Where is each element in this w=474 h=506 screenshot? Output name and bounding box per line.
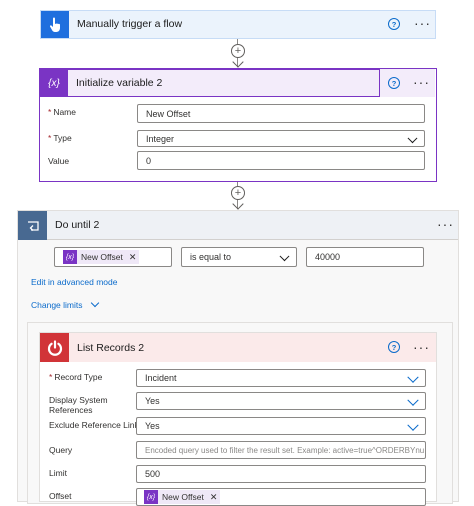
more-options-icon[interactable]: ···	[413, 75, 430, 89]
variable-icon: {x}	[63, 250, 77, 264]
chevron-down-icon	[407, 132, 418, 143]
compare-value-field[interactable]: 40000	[306, 247, 424, 267]
display-refs-select[interactable]: Yes	[136, 392, 426, 410]
edit-advanced-mode-link[interactable]: Edit in advanced mode	[31, 277, 117, 287]
name-field[interactable]: New Offset	[137, 104, 425, 123]
trigger-title: Manually trigger a flow	[77, 18, 183, 30]
help-icon[interactable]: ?	[388, 341, 400, 353]
remove-token-icon[interactable]: ✕	[129, 252, 137, 263]
chevron-down-icon	[279, 251, 290, 262]
new-offset-token[interactable]: {x} New Offset ✕	[63, 250, 140, 264]
more-options-icon[interactable]: ···	[414, 16, 431, 30]
limit-label: Limit	[49, 468, 67, 478]
record-type-label: * Record Type	[49, 372, 103, 382]
trigger-card[interactable]: Manually trigger a flow ? ···	[40, 10, 436, 39]
remove-token-icon[interactable]: ✕	[210, 492, 218, 503]
power-icon	[40, 333, 69, 362]
operator-value: is equal to	[190, 252, 232, 262]
record-type-value: Incident	[145, 373, 177, 383]
more-options-icon[interactable]: ···	[437, 217, 454, 231]
exclude-refs-select[interactable]: Yes	[136, 417, 426, 435]
token-label: New Offset	[81, 252, 123, 262]
change-limits-link[interactable]: Change limits	[31, 298, 100, 310]
list-records-title: List Records 2	[77, 342, 145, 354]
chevron-down-icon	[407, 419, 419, 431]
loop-icon	[18, 211, 47, 240]
help-icon[interactable]: ?	[388, 18, 400, 30]
arrow-down-icon	[232, 198, 244, 210]
query-field[interactable]: Encoded query used to filter the result …	[136, 441, 426, 459]
token-label: New Offset	[162, 492, 204, 502]
chevron-down-icon	[90, 298, 100, 308]
chevron-down-icon	[407, 371, 419, 383]
operator-select[interactable]: is equal to	[181, 247, 297, 267]
query-label: Query	[49, 445, 73, 455]
type-label: * Type	[48, 133, 72, 143]
change-limits-label: Change limits	[31, 300, 83, 310]
offset-label: Offset	[49, 491, 72, 501]
exclude-refs-value: Yes	[145, 421, 160, 431]
display-refs-value: Yes	[145, 396, 160, 406]
help-icon[interactable]: ?	[388, 77, 400, 89]
list-records-card: List Records 2 ? ··· * Record Type Incide…	[39, 332, 437, 506]
value-label: Value	[48, 156, 70, 166]
limit-field[interactable]: 500	[136, 465, 426, 483]
name-label: * Name	[48, 107, 76, 117]
record-type-select[interactable]: Incident	[136, 369, 426, 387]
hand-pointer-icon	[41, 11, 69, 38]
variable-icon: {x}	[40, 69, 68, 97]
type-select[interactable]: Integer	[137, 130, 425, 147]
initialize-variable-card: {x} Initialize variable 2 ? ··· * Name Ne…	[39, 68, 437, 182]
do-until-title: Do until 2	[55, 219, 100, 231]
arrow-down-icon	[232, 56, 244, 68]
exclude-refs-label: Exclude Reference Links	[49, 420, 144, 430]
chevron-down-icon	[407, 394, 419, 406]
init-var-title: Initialize variable 2	[76, 77, 163, 89]
display-refs-label: Display System References	[49, 395, 108, 415]
query-placeholder: Encoded query used to filter the result …	[145, 445, 425, 455]
value-field[interactable]: 0	[137, 151, 425, 170]
more-options-icon[interactable]: ···	[413, 340, 430, 354]
type-value: Integer	[146, 133, 175, 144]
